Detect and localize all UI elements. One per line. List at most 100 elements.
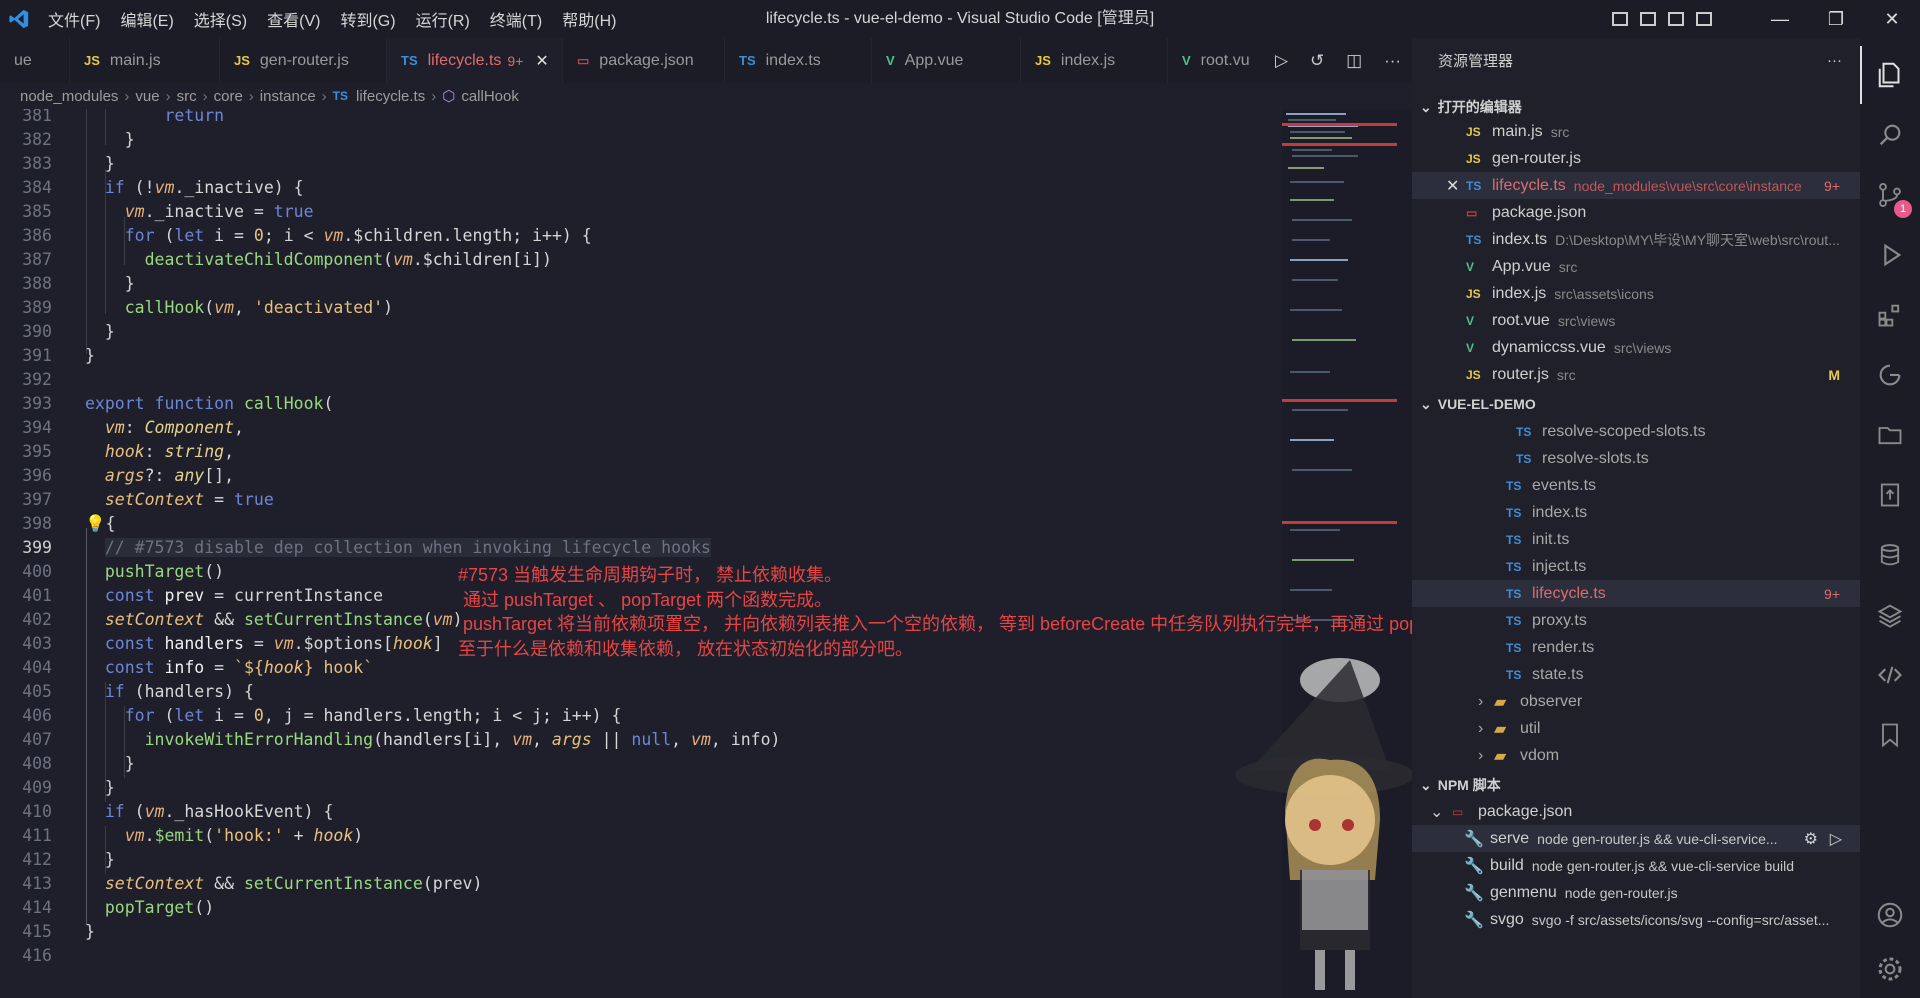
tab-lifecycle-ts[interactable]: TS lifecycle.ts 9+ ✕ (387, 38, 563, 83)
extensions-icon[interactable] (1860, 286, 1920, 344)
upload-icon[interactable] (1860, 466, 1920, 524)
npm-scripts-header[interactable]: ⌄ NPM 脚本 (1412, 772, 1860, 798)
open-editor-item[interactable]: ▭ package.json (1412, 199, 1860, 226)
file-item[interactable]: TS events.ts (1412, 472, 1860, 499)
file-item[interactable]: TS lifecycle.ts 9+ (1412, 580, 1860, 607)
menu-help[interactable]: 帮助(H) (552, 7, 626, 31)
menu-edit[interactable]: 编辑(E) (110, 7, 183, 31)
menu-run[interactable]: 运行(R) (406, 7, 480, 31)
breadcrumb-item[interactable]: src (177, 88, 197, 105)
folder-manager-icon[interactable] (1860, 406, 1920, 464)
tab-index-js[interactable]: JS index.js (1021, 38, 1168, 83)
file-item[interactable]: TS proxy.ts (1412, 607, 1860, 634)
breadcrumb-symbol[interactable]: callHook (461, 88, 519, 105)
toggle-sidebar-icon[interactable] (1612, 12, 1628, 26)
breadcrumb-item[interactable]: node_modules (20, 88, 118, 105)
breadcrumb-item[interactable]: core (214, 88, 243, 105)
open-editor-item[interactable]: JS main.js src (1412, 118, 1860, 145)
source-control-icon[interactable]: 1 (1860, 166, 1920, 224)
folder-item[interactable]: › ▰ observer (1412, 688, 1860, 715)
explorer-icon[interactable] (1860, 46, 1920, 104)
toggle-panel-icon[interactable] (1640, 12, 1656, 26)
open-editor-item[interactable]: Vroot.vue src\views (1412, 307, 1860, 334)
tab-app-vue[interactable]: V App.vue (872, 38, 1021, 83)
close-tab-icon[interactable]: ✕ (535, 51, 548, 71)
tab-package-json[interactable]: ▭ package.json (563, 38, 725, 83)
line-number: 383 (22, 154, 52, 173)
tab-label: lifecycle.ts (427, 51, 502, 69)
menu-selection[interactable]: 选择(S) (184, 7, 257, 31)
npm-script-item[interactable]: 🔧 svgo svgo -f src/assets/icons/svg --conf… (1412, 906, 1860, 933)
file-item[interactable]: TS index.ts (1412, 499, 1860, 526)
file-item[interactable]: TS resolve-slots.ts (1412, 445, 1860, 472)
file-item[interactable]: TS inject.ts (1412, 553, 1860, 580)
script-name: build (1490, 856, 1524, 874)
chevron-right-icon: › (165, 87, 171, 105)
menu-go[interactable]: 转到(G) (330, 7, 405, 31)
npm-package-item[interactable]: ⌄ ▭ package.json (1412, 798, 1860, 825)
breadcrumb-item[interactable]: vue (135, 88, 159, 105)
maximize-button[interactable]: ❐ (1808, 0, 1864, 38)
project-header[interactable]: ⌄ VUE-EL-DEMO (1412, 391, 1860, 417)
folder-item[interactable]: › ▰ util (1412, 715, 1860, 742)
open-editor-item[interactable]: JS index.js src\assets\icons (1412, 280, 1860, 307)
file-item[interactable]: TS resolve-scoped-slots.ts (1412, 418, 1860, 445)
npm-script-item[interactable]: 🔧 serve node gen-router.js && vue-cli-serv… (1412, 825, 1860, 852)
split-editor-icon[interactable]: ◫ (1346, 51, 1362, 71)
menu-terminal[interactable]: 终端(T) (480, 7, 552, 31)
customize-layout-icon[interactable] (1696, 12, 1712, 26)
lightbulb-icon[interactable]: 💡 (85, 514, 106, 533)
search-icon[interactable] (1860, 106, 1920, 164)
bookmark-icon[interactable] (1860, 706, 1920, 764)
layers-icon[interactable] (1860, 586, 1920, 644)
script-name: serve (1490, 829, 1530, 847)
code-editor[interactable]: 381 return 382 } 383 } 384 if (!vm._inac… (0, 109, 1282, 998)
breadcrumb-file[interactable]: lifecycle.ts (356, 88, 425, 105)
file-item[interactable]: TS render.ts (1412, 634, 1860, 661)
debug-icon[interactable]: ⚙ (1804, 829, 1818, 849)
tab-main-js[interactable]: JS main.js (70, 38, 220, 83)
npm-script-item[interactable]: 🔧 build node gen-router.js && vue-cli-serv… (1412, 852, 1860, 879)
folder-item[interactable]: › ▰ vdom (1412, 742, 1860, 769)
file-path: src (1558, 258, 1578, 275)
open-editor-item[interactable]: V App.vue src (1412, 253, 1860, 280)
more-actions-icon[interactable]: ··· (1384, 51, 1401, 71)
remote-explorer-icon[interactable] (1860, 346, 1920, 404)
file-item[interactable]: TS state.ts (1412, 661, 1860, 688)
file-name: main.js (1492, 122, 1543, 140)
open-editor-item[interactable]: ✕ TS lifecycle.ts node_modules\vue\src\core… (1412, 172, 1860, 199)
tab-index-ts[interactable]: TS index.ts (725, 38, 872, 83)
chevron-right-icon: › (124, 87, 130, 105)
file-name: init.ts (1532, 530, 1570, 548)
line-number: 402 (22, 610, 52, 629)
file-item[interactable]: TS init.ts (1412, 526, 1860, 553)
open-editor-item[interactable]: TS index.ts D:\Desktop\MY\毕设\MY聊天室\web\src… (1412, 226, 1860, 253)
timeline-icon[interactable]: ↺ (1310, 51, 1324, 71)
open-editors-header[interactable]: ⌄ 打开的编辑器 (1412, 94, 1860, 120)
open-editor-item[interactable]: JS router.js src M (1412, 361, 1860, 388)
close-icon[interactable]: ✕ (1446, 176, 1466, 196)
run-debug-icon[interactable] (1860, 226, 1920, 284)
menu-view[interactable]: 查看(V) (257, 7, 330, 31)
ts-file-icon: TS (1516, 424, 1532, 439)
more-actions-icon[interactable]: ··· (1827, 52, 1842, 69)
editor-actions: ▷ ↺ ◫ ··· (1264, 38, 1412, 83)
run-icon[interactable]: ▷ (1830, 829, 1842, 849)
menu-file[interactable]: 文件(F) (38, 7, 110, 31)
gear-icon[interactable] (1860, 940, 1920, 998)
account-icon[interactable] (1860, 886, 1920, 944)
breadcrumb-item[interactable]: instance (260, 88, 316, 105)
toggle-secondary-sidebar-icon[interactable] (1668, 12, 1684, 26)
file-name: gen-router.js (1492, 149, 1581, 167)
minimize-button[interactable]: — (1752, 0, 1808, 38)
code-icon[interactable] (1860, 646, 1920, 704)
database-icon[interactable] (1860, 526, 1920, 584)
tab-ue[interactable]: ue (0, 38, 70, 83)
npm-script-item[interactable]: 🔧 genmenu node gen-router.js (1412, 879, 1860, 906)
close-window-button[interactable]: ✕ (1864, 0, 1920, 38)
tab-gen-router-js[interactable]: JS gen-router.js (220, 38, 387, 83)
run-icon[interactable]: ▷ (1275, 51, 1288, 71)
open-editor-item[interactable]: JS gen-router.js (1412, 145, 1860, 172)
file-name: events.ts (1532, 476, 1597, 494)
open-editor-item[interactable]: Vdynamiccss.vue src\views (1412, 334, 1860, 361)
